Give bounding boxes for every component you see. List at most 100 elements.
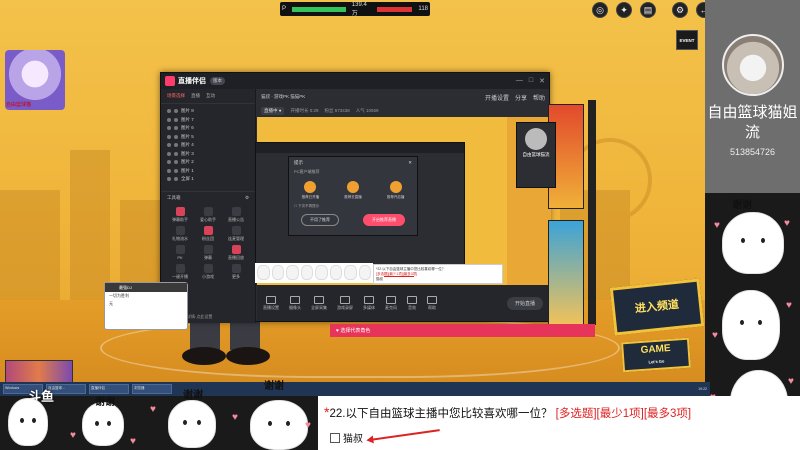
tools-settings-icon[interactable]: ⚙: [245, 195, 249, 201]
lock-icon[interactable]: [174, 160, 178, 165]
bottom-tool[interactable]: 麦克风: [385, 295, 397, 311]
tool-item[interactable]: PK: [167, 244, 193, 261]
bottom-tool-icon: [266, 295, 276, 304]
choose-role-button[interactable]: ♥ 选择代表角色: [330, 324, 595, 337]
heart-icon: ♥: [714, 220, 720, 231]
app-titlebar: 直播伴侣 版本 — □ ✕: [161, 73, 549, 89]
lock-icon[interactable]: [174, 126, 178, 131]
sidebar-tabs: 场景选择 直播 互动: [161, 89, 255, 104]
survey-option[interactable]: 猫叔: [330, 430, 363, 445]
close-icon[interactable]: ✕: [539, 77, 545, 85]
scene-label: 全屏 1: [181, 176, 194, 182]
scene-item[interactable]: 图片 8: [167, 107, 249, 116]
scene-item[interactable]: 图片 2: [167, 158, 249, 167]
event-badge[interactable]: EVENT: [676, 30, 698, 50]
lock-icon[interactable]: [174, 168, 178, 173]
scene-item[interactable]: 图片 1: [167, 167, 249, 176]
bottom-tool-icon: [340, 295, 350, 304]
tool-item[interactable]: 弹幕: [195, 244, 221, 261]
bottom-tool[interactable]: 直播设置: [263, 295, 279, 311]
right-scrollbar[interactable]: [588, 100, 596, 325]
eye-icon[interactable]: [167, 143, 171, 148]
lock-icon[interactable]: [174, 109, 178, 114]
bottom-tool[interactable]: 音效: [407, 295, 417, 311]
heart-icon: ♥: [712, 330, 718, 341]
dialog-option[interactable]: 推荐开启播: [386, 181, 405, 200]
option-icon: [389, 181, 402, 193]
tool-item[interactable]: 更多: [223, 263, 249, 280]
tool-item[interactable]: 直播公告: [223, 206, 249, 223]
dialog-option[interactable]: 推荐已开播: [302, 181, 319, 200]
toolbar-link[interactable]: 帮助: [533, 93, 545, 102]
option-checkbox[interactable]: [330, 432, 340, 443]
scene-item[interactable]: 全屏 1: [167, 175, 249, 184]
eye-icon[interactable]: [167, 109, 171, 114]
tool-item[interactable]: 一键开播: [167, 263, 193, 280]
dialog-confirm-button[interactable]: 开启推荐直播: [363, 214, 405, 226]
sidebar-tab[interactable]: 互动: [206, 93, 215, 99]
scene-item[interactable]: 图片 3: [167, 150, 249, 159]
tool-item[interactable]: 爱心助手: [195, 206, 221, 223]
lock-icon[interactable]: [174, 117, 178, 122]
scene-item[interactable]: 图片 6: [167, 124, 249, 133]
tool-item[interactable]: 直播回放: [223, 244, 249, 261]
tool-item[interactable]: 礼物流水: [167, 225, 193, 242]
eye-icon[interactable]: [167, 177, 171, 182]
scene-item[interactable]: 图片 5: [167, 133, 249, 142]
sidebar-tab[interactable]: 直播: [191, 93, 200, 99]
taskbar-item[interactable]: 浏览器: [132, 384, 172, 394]
bottom-tool[interactable]: 全屏采集: [311, 295, 327, 311]
camera-icon[interactable]: ◎: [592, 2, 608, 18]
gear-icon[interactable]: ⚙: [672, 2, 688, 18]
heart-icon: ♥: [150, 404, 156, 415]
streamer-mini-avatar: [525, 128, 547, 150]
minimize-icon[interactable]: —: [516, 77, 523, 85]
eye-icon[interactable]: [167, 126, 171, 131]
version-chip[interactable]: 版本: [210, 77, 225, 85]
dialog-option[interactable]: 推荐去直播: [344, 181, 362, 200]
stream-status-bar: 直播中 ● 开播时长 0:29 粉丝 573438 人气 10559: [257, 105, 549, 117]
tool-icon: [203, 263, 213, 273]
bottom-tool[interactable]: 摄像头: [289, 295, 301, 311]
eye-icon[interactable]: [167, 117, 171, 122]
dialog-option-label: 推荐开启播: [386, 195, 405, 199]
sidebar-tab[interactable]: 场景选择: [167, 93, 185, 99]
tool-label: 爱心助手: [200, 216, 216, 222]
scene-item[interactable]: 图片 4: [167, 141, 249, 150]
tool-item[interactable]: 粉丝团: [195, 225, 221, 242]
recommend-dialog[interactable]: 提示 ✕ PC客户端推荐 推荐已开播 推荐去直播 推荐开启播 ☐ 下次不再提示 不用…: [288, 156, 418, 236]
bottom-tool[interactable]: 游戏录屏: [337, 295, 353, 311]
maximize-icon[interactable]: □: [529, 77, 533, 85]
lock-icon[interactable]: [174, 177, 178, 182]
lock-icon[interactable]: [174, 134, 178, 139]
game-sign[interactable]: GAME Let's Go: [621, 337, 691, 373]
status-chip: 直播中 ●: [261, 107, 285, 115]
bottom-tool[interactable]: 帮助: [427, 295, 437, 311]
dont-show-checkbox[interactable]: ☐ 下次不再提示: [289, 200, 417, 209]
toolbar-link[interactable]: 分享: [515, 93, 527, 102]
tool-item[interactable]: 弹幕助手: [167, 206, 193, 223]
bottom-tool[interactable]: 多媒体: [363, 295, 375, 311]
dialog-close-icon[interactable]: ✕: [408, 160, 412, 166]
gift-icon[interactable]: ✦: [616, 2, 632, 18]
toolbar-link[interactable]: 开播设置: [485, 93, 509, 102]
start-stream-button[interactable]: 开始直播: [506, 296, 543, 310]
tools-header: 工具箱 ⚙: [161, 190, 255, 204]
eye-icon[interactable]: [167, 160, 171, 165]
dialog-cancel-button[interactable]: 不用了推荐: [301, 214, 339, 226]
lock-icon[interactable]: [174, 151, 178, 156]
scene-item[interactable]: 图片 7: [167, 116, 249, 125]
question-text: 以下自由篮球主播中您比较喜欢哪一位？: [345, 408, 553, 420]
mini-sticker: [286, 265, 299, 280]
tool-item[interactable]: 小游戏: [195, 263, 221, 280]
tool-label: 粉丝团: [202, 235, 214, 241]
eye-icon[interactable]: [167, 134, 171, 139]
game-card-2[interactable]: [548, 220, 584, 325]
lock-icon[interactable]: [174, 143, 178, 148]
menu-icon[interactable]: ▤: [640, 2, 656, 18]
eye-icon[interactable]: [167, 151, 171, 156]
tool-icon: [175, 225, 185, 235]
eye-icon[interactable]: [167, 168, 171, 173]
join-channel-sign[interactable]: 进入频道: [609, 278, 705, 336]
tool-item[interactable]: 连麦管理: [223, 225, 249, 242]
